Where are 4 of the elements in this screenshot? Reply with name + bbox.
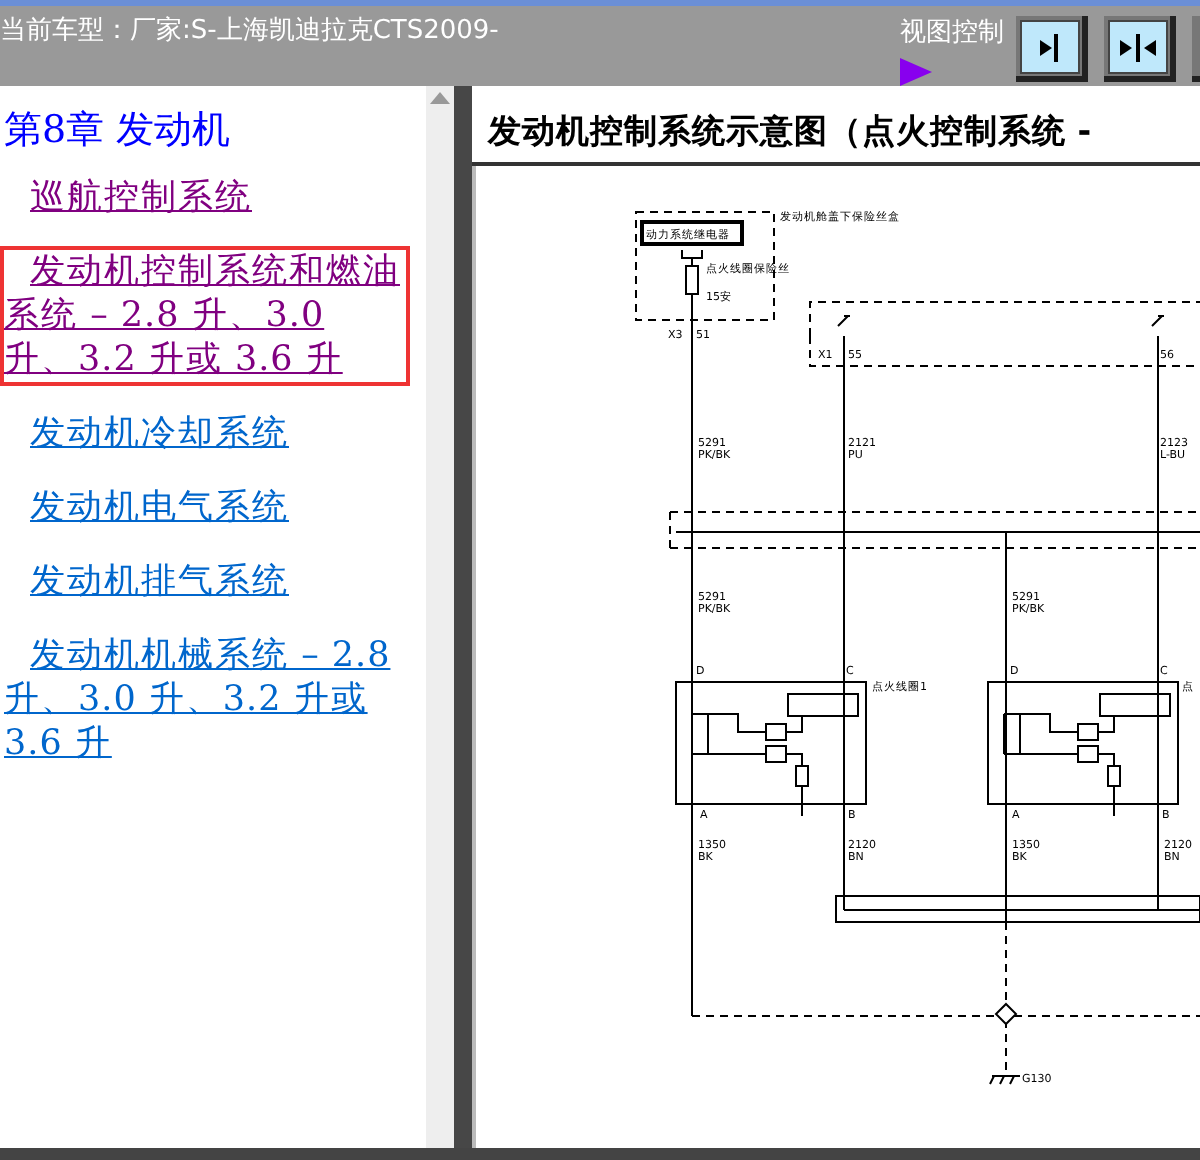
vehicle-title: 当前车型：厂家:S-上海凯迪拉克CTS2009-: [0, 14, 501, 48]
view-control-label: 视图控制: [900, 16, 1004, 50]
chapter-heading: 第8章 发动机: [2, 106, 233, 156]
document-title: 发动机控制系统示意图（点火控制系统 -: [472, 86, 1200, 166]
